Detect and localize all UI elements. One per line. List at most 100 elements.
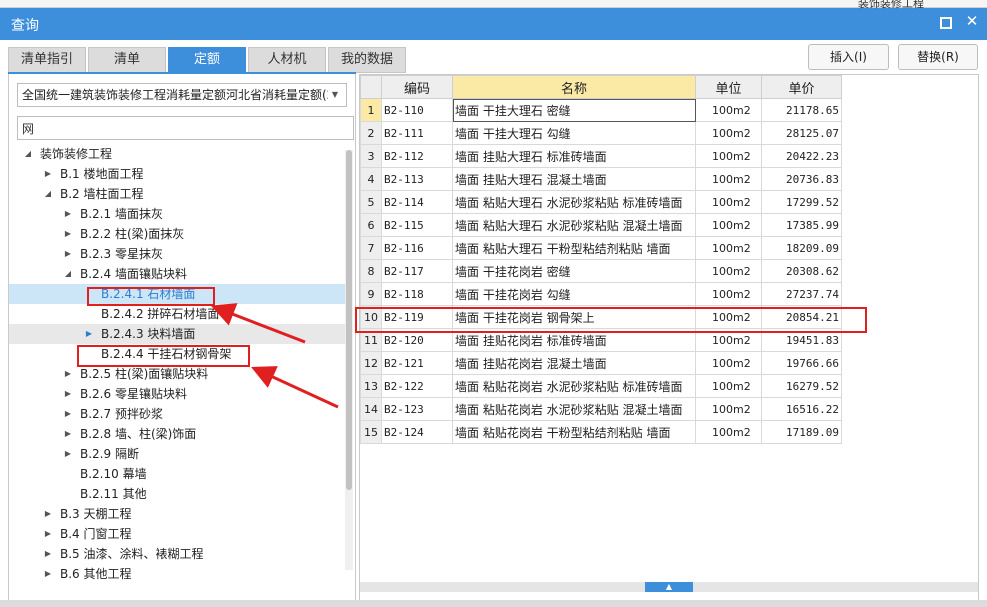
code-cell[interactable]: B2-122 <box>381 374 453 398</box>
name-cell[interactable]: 墙面 粘贴大理石 水泥砂浆粘贴 标准砖墙面 <box>452 190 696 214</box>
table-row[interactable]: 9 B2-118 墙面 干挂花岗岩 勾缝 100m2 27237.74 <box>360 282 842 306</box>
unit-cell[interactable]: 100m2 <box>695 282 762 306</box>
tree-node-root[interactable]: ◢ 装饰装修工程 <box>9 144 345 164</box>
name-cell[interactable]: 墙面 粘贴花岗岩 水泥砂浆粘贴 混凝土墙面 <box>452 397 696 421</box>
price-cell[interactable]: 20308.62 <box>761 259 842 283</box>
name-cell[interactable]: 墙面 干挂花岗岩 勾缝 <box>452 282 696 306</box>
table-row[interactable]: 15 B2-124 墙面 粘贴花岗岩 干粉型粘结剂粘贴 墙面 100m2 17189.0… <box>360 420 842 444</box>
name-cell[interactable]: 墙面 干挂花岗岩 密缝 <box>452 259 696 283</box>
row-number-cell[interactable]: 12 <box>360 351 382 375</box>
insert-button[interactable]: 插入(I) <box>808 44 889 70</box>
collapse-up-icon[interactable]: ▲ <box>645 582 693 592</box>
table-row[interactable]: 7 B2-116 墙面 粘贴大理石 干粉型粘结剂粘贴 墙面 100m2 18209.09 <box>360 236 842 260</box>
unit-cell[interactable]: 100m2 <box>695 351 762 375</box>
column-header-code[interactable]: 编码 <box>381 75 453 99</box>
name-cell[interactable]: 墙面 挂贴大理石 混凝土墙面 <box>452 167 696 191</box>
price-cell[interactable]: 27237.74 <box>761 282 842 306</box>
code-cell[interactable]: B2-121 <box>381 351 453 375</box>
expand-arrow-icon[interactable]: ▶ <box>43 564 53 584</box>
table-row[interactable]: 1 B2-110 墙面 干挂大理石 密缝 100m2 21178.65 <box>360 98 842 122</box>
tree-node-b24[interactable]: ◢ B.2.4 墙面镶贴块料 <box>9 264 345 284</box>
chevron-down-icon[interactable]: ▼ <box>328 84 342 106</box>
tree-node-b243[interactable]: ▶ B.2.4.3 块料墙面 <box>9 324 345 344</box>
grid-horizontal-scrollbar[interactable]: ▲ <box>360 582 978 592</box>
table-row[interactable]: 8 B2-117 墙面 干挂花岗岩 密缝 100m2 20308.62 <box>360 259 842 283</box>
tree-node-b1[interactable]: ▶ B.1 楼地面工程 <box>9 164 345 184</box>
price-cell[interactable]: 16279.52 <box>761 374 842 398</box>
unit-cell[interactable]: 100m2 <box>695 167 762 191</box>
tree-node-b22[interactable]: ▶ B.2.2 柱(梁)面抹灰 <box>9 224 345 244</box>
unit-cell[interactable]: 100m2 <box>695 121 762 145</box>
tree-node-b25[interactable]: ▶ B.2.5 柱(梁)面镶贴块料 <box>9 364 345 384</box>
scrollbar-thumb[interactable] <box>346 150 352 490</box>
row-number-cell[interactable]: 2 <box>360 121 382 145</box>
name-cell[interactable]: 墙面 粘贴大理石 干粉型粘结剂粘贴 墙面 <box>452 236 696 260</box>
price-cell[interactable]: 20422.23 <box>761 144 842 168</box>
expand-arrow-icon[interactable]: ▶ <box>43 504 53 524</box>
collapse-arrow-icon[interactable]: ◢ <box>43 184 53 204</box>
name-cell[interactable]: 墙面 粘贴大理石 水泥砂浆粘贴 混凝土墙面 <box>452 213 696 237</box>
name-cell[interactable]: 墙面 干挂大理石 勾缝 <box>452 121 696 145</box>
expand-arrow-icon[interactable]: ▶ <box>43 544 53 564</box>
close-icon[interactable]: ✕ <box>962 11 982 31</box>
tree-node-b6[interactable]: ▶ B.6 其他工程 <box>9 564 345 584</box>
expand-arrow-icon[interactable]: ▶ <box>63 204 73 224</box>
name-cell[interactable]: 墙面 粘贴花岗岩 干粉型粘结剂粘贴 墙面 <box>452 420 696 444</box>
row-number-cell[interactable]: 9 <box>360 282 382 306</box>
tree-node-b28[interactable]: ▶ B.2.8 墙、柱(梁)饰面 <box>9 424 345 444</box>
unit-cell[interactable]: 100m2 <box>695 190 762 214</box>
expand-arrow-icon[interactable]: ▶ <box>63 424 73 444</box>
tab-labor-material-machine[interactable]: 人材机 <box>248 47 326 73</box>
row-number-cell[interactable]: 5 <box>360 190 382 214</box>
name-cell[interactable]: 墙面 干挂大理石 密缝 <box>452 98 696 122</box>
unit-cell[interactable]: 100m2 <box>695 213 762 237</box>
collapse-arrow-icon[interactable]: ◢ <box>23 144 33 164</box>
unit-cell[interactable]: 100m2 <box>695 259 762 283</box>
row-number-cell[interactable]: 7 <box>360 236 382 260</box>
expand-arrow-icon[interactable]: ▶ <box>63 404 73 424</box>
tree-node-b242[interactable]: B.2.4.2 拼碎石材墙面 <box>9 304 345 324</box>
replace-button[interactable]: 替换(R) <box>898 44 978 70</box>
table-row[interactable]: 5 B2-114 墙面 粘贴大理石 水泥砂浆粘贴 标准砖墙面 100m2 17299.5… <box>360 190 842 214</box>
name-cell[interactable]: 墙面 挂贴花岗岩 混凝土墙面 <box>452 351 696 375</box>
tab-quota[interactable]: 定额 <box>168 47 246 73</box>
row-number-cell[interactable]: 3 <box>360 144 382 168</box>
tree-node-b2[interactable]: ◢ B.2 墙柱面工程 <box>9 184 345 204</box>
price-cell[interactable]: 17189.09 <box>761 420 842 444</box>
row-number-cell[interactable]: 14 <box>360 397 382 421</box>
maximize-icon[interactable] <box>936 13 954 31</box>
tab-bill-guide[interactable]: 清单指引 <box>8 47 86 73</box>
price-cell[interactable]: 17299.52 <box>761 190 842 214</box>
tree-node-b3[interactable]: ▶ B.3 天棚工程 <box>9 504 345 524</box>
table-row[interactable]: 14 B2-123 墙面 粘贴花岗岩 水泥砂浆粘贴 混凝土墙面 100m2 16516.… <box>360 397 842 421</box>
unit-cell[interactable]: 100m2 <box>695 397 762 421</box>
column-header-unit[interactable]: 单位 <box>695 75 762 99</box>
code-cell[interactable]: B2-123 <box>381 397 453 421</box>
expand-arrow-icon[interactable]: ▶ <box>63 364 73 384</box>
tree-node-b211[interactable]: B.2.11 其他 <box>9 484 345 504</box>
quota-library-select[interactable]: 全国统一建筑装饰装修工程消耗量定额河北省消耗量定额(20 ▼ <box>17 83 347 107</box>
collapse-arrow-icon[interactable]: ◢ <box>63 264 73 284</box>
row-number-cell[interactable]: 6 <box>360 213 382 237</box>
expand-arrow-icon[interactable]: ▶ <box>63 224 73 244</box>
code-cell[interactable]: B2-114 <box>381 190 453 214</box>
price-cell[interactable]: 20736.83 <box>761 167 842 191</box>
tree-node-b210[interactable]: B.2.10 幕墙 <box>9 464 345 484</box>
tree-node-b29[interactable]: ▶ B.2.9 隔断 <box>9 444 345 464</box>
code-cell[interactable]: B2-113 <box>381 167 453 191</box>
name-cell[interactable]: 墙面 挂贴大理石 标准砖墙面 <box>452 144 696 168</box>
table-row[interactable]: 4 B2-113 墙面 挂贴大理石 混凝土墙面 100m2 20736.83 <box>360 167 842 191</box>
name-cell[interactable]: 墙面 粘贴花岗岩 水泥砂浆粘贴 标准砖墙面 <box>452 374 696 398</box>
expand-arrow-icon[interactable]: ▶ <box>43 164 53 184</box>
price-cell[interactable]: 17385.99 <box>761 213 842 237</box>
code-cell[interactable]: B2-112 <box>381 144 453 168</box>
expand-arrow-icon[interactable]: ▶ <box>63 444 73 464</box>
row-number-cell[interactable]: 8 <box>360 259 382 283</box>
code-cell[interactable]: B2-117 <box>381 259 453 283</box>
tree-node-b23[interactable]: ▶ B.2.3 零星抹灰 <box>9 244 345 264</box>
code-cell[interactable]: B2-118 <box>381 282 453 306</box>
expand-arrow-icon[interactable]: ▶ <box>43 524 53 544</box>
tree-node-b4[interactable]: ▶ B.4 门窗工程 <box>9 524 345 544</box>
code-cell[interactable]: B2-124 <box>381 420 453 444</box>
table-row[interactable]: 12 B2-121 墙面 挂贴花岗岩 混凝土墙面 100m2 19766.66 <box>360 351 842 375</box>
